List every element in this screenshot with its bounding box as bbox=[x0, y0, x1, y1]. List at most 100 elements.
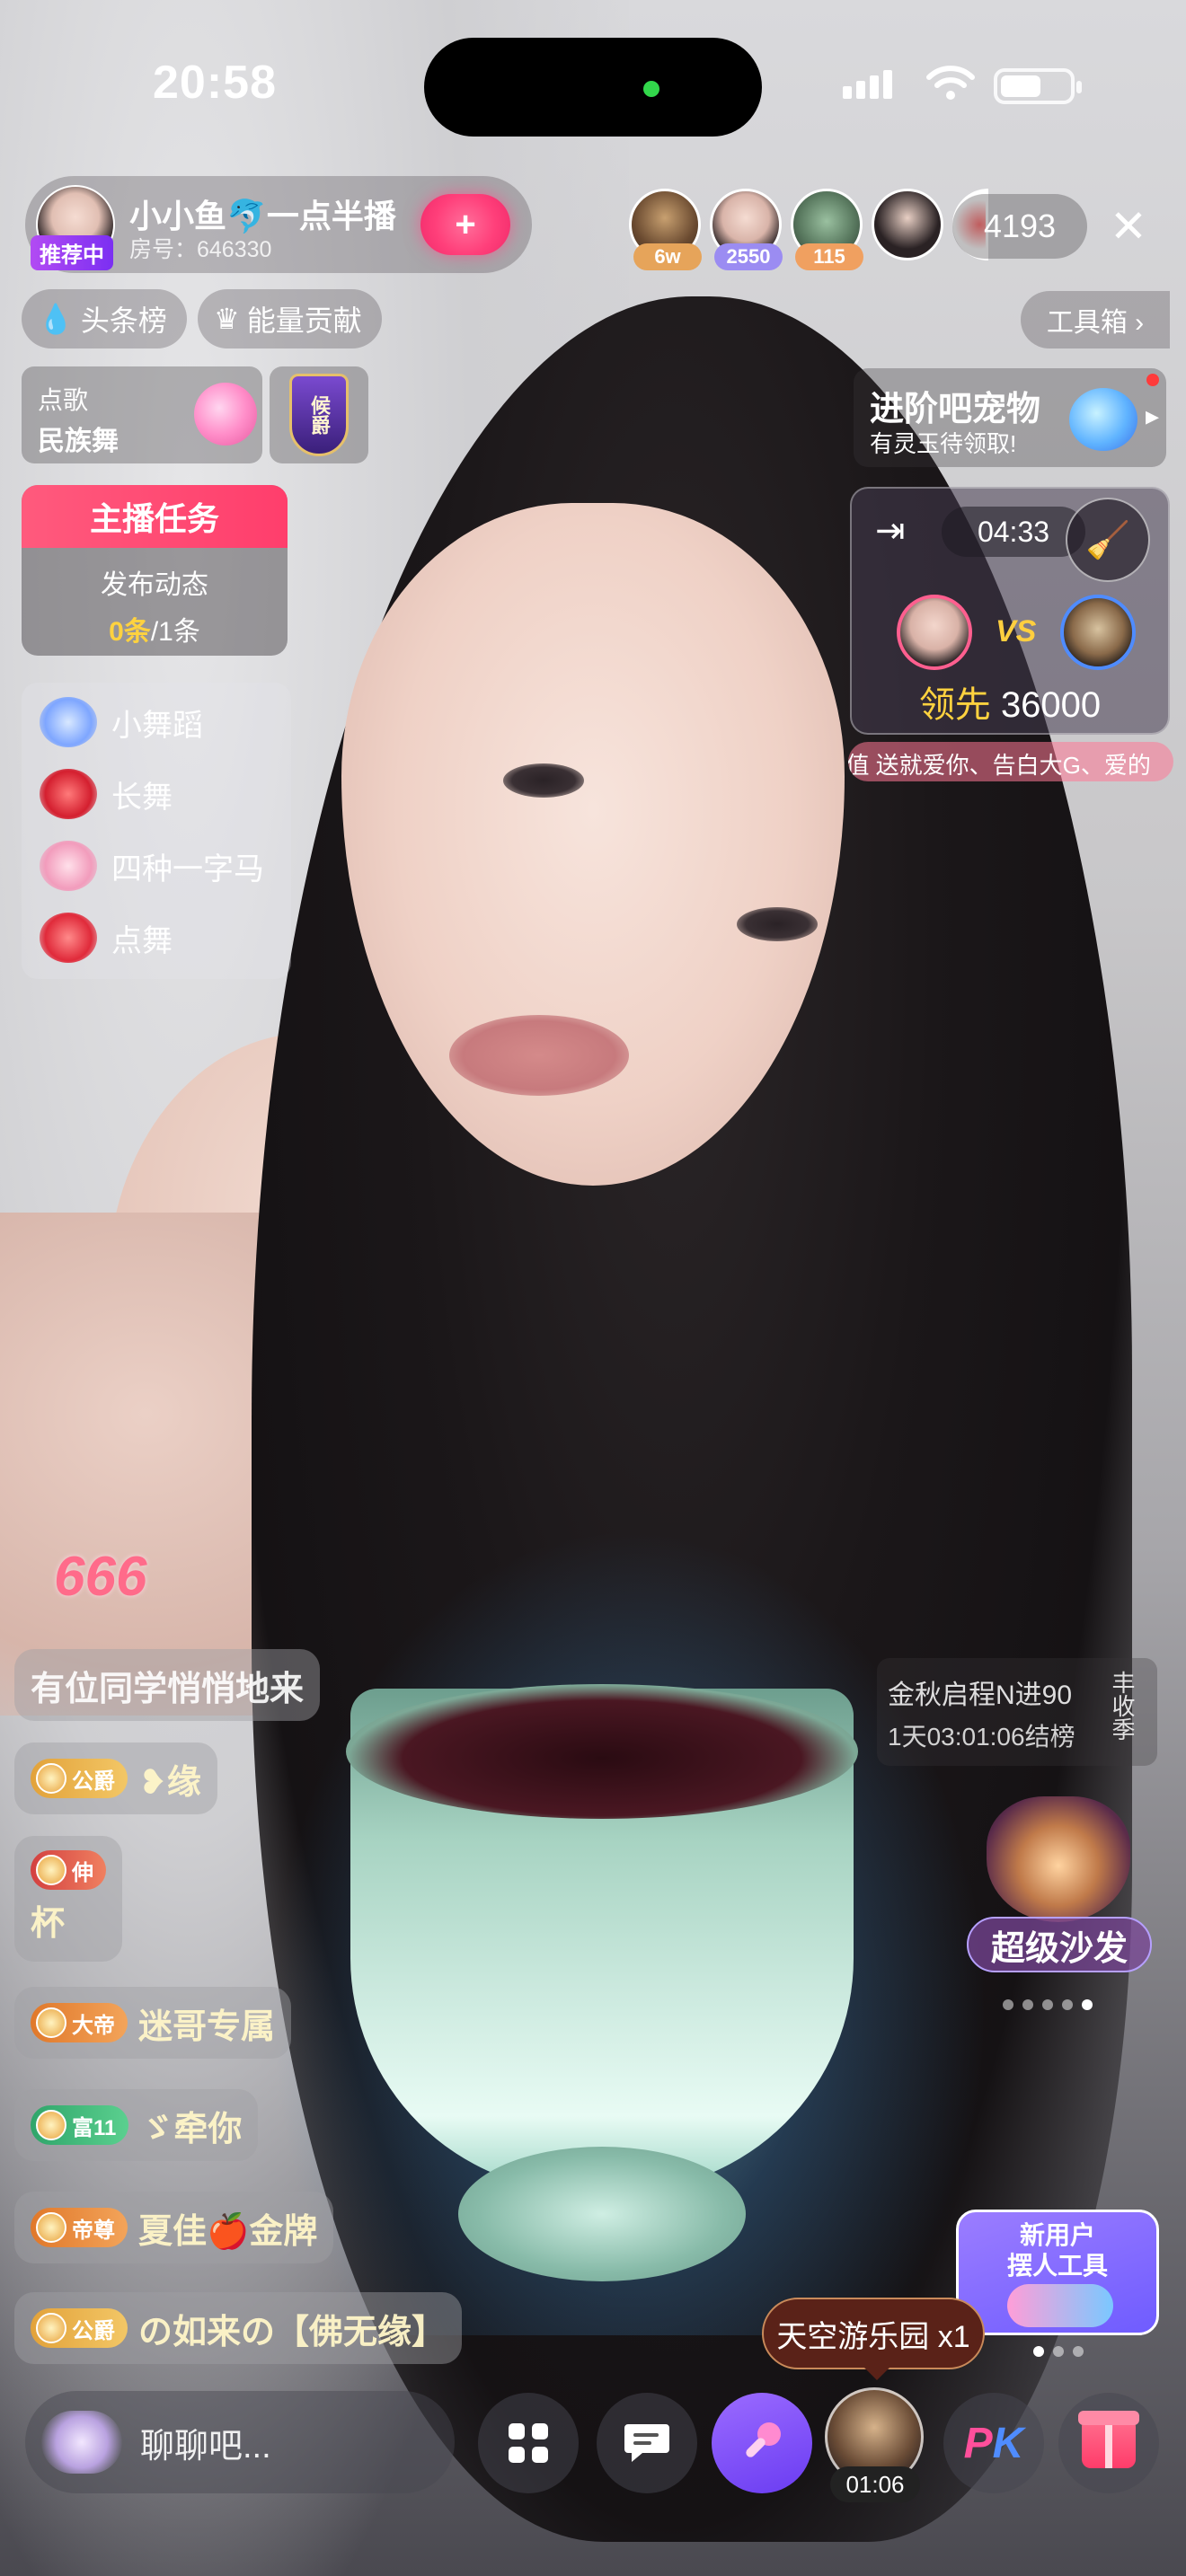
cellular-signal-icon bbox=[843, 70, 892, 99]
dance-menu-item-label: 小舞蹈 bbox=[111, 708, 203, 743]
toolbox-button[interactable]: 工具箱 › bbox=[1021, 291, 1170, 348]
jade-cup-rim bbox=[346, 1684, 858, 1819]
dance-menu-item-label: 点舞 bbox=[111, 923, 173, 958]
pk-battle-card[interactable]: ⇥ 04:33 🧹 VS 领先 36000 bbox=[850, 487, 1170, 735]
noble-rank-card[interactable]: 候爵 bbox=[270, 366, 368, 463]
lips-icon bbox=[40, 769, 97, 819]
level-badge: 富11 bbox=[31, 2105, 129, 2145]
chat-bubble-icon bbox=[624, 2424, 669, 2462]
crystal-shoe-icon bbox=[40, 697, 97, 747]
balls-icon bbox=[1007, 2284, 1113, 2327]
jade-cup-base bbox=[458, 2147, 746, 2281]
rank-shield-icon: 候爵 bbox=[289, 374, 349, 456]
exit-icon[interactable]: ⇥ bbox=[875, 510, 906, 551]
song-request-card[interactable]: 点歌 民族舞 bbox=[22, 366, 262, 463]
dynamic-island bbox=[424, 38, 762, 137]
viewer-avatar[interactable]: 6w bbox=[629, 189, 702, 270]
chevron-right-icon: ▸ bbox=[1145, 401, 1159, 431]
pet-upgrade-banner[interactable]: 进阶吧宠物 有灵玉待领取! ▸ bbox=[854, 368, 1166, 467]
level-badge: 公爵 bbox=[31, 1759, 128, 1798]
game-tooltip: 天空游乐园 x1 bbox=[762, 2298, 985, 2380]
chat-username: ゞ牵你 bbox=[139, 2110, 243, 2148]
crown-icon: ♛ bbox=[214, 303, 240, 335]
pk-host-avatar[interactable] bbox=[897, 595, 972, 670]
chat-message[interactable]: 帝尊 夏佳🍎金牌 bbox=[14, 2192, 334, 2263]
new-user-page-indicator bbox=[1033, 2346, 1084, 2357]
pet-banner-title: 进阶吧宠物 bbox=[870, 391, 1041, 428]
wifi-icon bbox=[926, 66, 975, 100]
close-button[interactable]: ✕ bbox=[1098, 196, 1159, 257]
chat-message[interactable]: 富11 ゞ牵你 bbox=[14, 2089, 259, 2161]
chat-system-message: 有位同学悄悄地来 bbox=[14, 1649, 321, 1721]
level-badge: 公爵 bbox=[31, 2308, 128, 2348]
pet-banner-subtitle: 有灵玉待领取! bbox=[870, 430, 1017, 457]
anchor-task-card[interactable]: 主播任务 发布动态 0条/1条 bbox=[22, 485, 288, 656]
jade-gem-icon bbox=[1069, 388, 1137, 451]
level-badge: 伸 bbox=[31, 1850, 106, 1890]
game-timer: 01:06 bbox=[830, 2466, 920, 2502]
follow-button[interactable]: + bbox=[420, 194, 510, 255]
task-progress-done: 0条 bbox=[109, 617, 151, 647]
microphone-icon bbox=[746, 2422, 781, 2457]
dance-menu-item[interactable]: 小舞蹈 bbox=[40, 693, 203, 751]
level-badge: 帝尊 bbox=[31, 2208, 128, 2247]
grid-icon bbox=[509, 2423, 548, 2463]
energy-contribution-chip[interactable]: ♛ 能量贡献 bbox=[198, 289, 382, 348]
chat-message[interactable]: 公爵 ❥缘 bbox=[14, 1742, 217, 1814]
chat-input-placeholder: 聊聊吧... bbox=[140, 2427, 271, 2466]
host-info-card[interactable]: 推荐中 小小鱼🐬一点半播 房号：646330 + bbox=[25, 176, 532, 273]
viewer-avatar[interactable]: 2550 bbox=[710, 189, 783, 270]
headline-rank-chip[interactable]: 💧 头条榜 bbox=[22, 289, 187, 348]
pk-button[interactable]: PK bbox=[943, 2393, 1044, 2493]
sofa-page-indicator bbox=[1003, 1999, 1093, 2010]
new-user-tool-banner[interactable]: 新用户 摆人工具 bbox=[956, 2210, 1159, 2335]
pk-lead-score: 领先 36000 bbox=[852, 675, 1168, 728]
new-user-line2: 摆人工具 bbox=[1006, 2252, 1108, 2280]
new-user-line1: 新用户 bbox=[1019, 2221, 1095, 2249]
microphone-icon bbox=[194, 383, 257, 446]
flame-icon: 💧 bbox=[38, 303, 74, 335]
status-time: 20:58 bbox=[153, 57, 277, 109]
chat-message[interactable]: 大帝 迷哥专属 bbox=[14, 1987, 292, 2059]
task-item: 发布动态 bbox=[101, 570, 208, 600]
viewer-contribution-tag: 6w bbox=[633, 243, 702, 270]
pk-timer: 04:33 bbox=[942, 507, 1085, 557]
chat-input[interactable]: 聊聊吧... bbox=[25, 2391, 455, 2493]
status-bar: 20:58 bbox=[0, 0, 1186, 162]
sing-button[interactable] bbox=[712, 2393, 812, 2493]
dance-menu-item[interactable]: 长舞 bbox=[40, 765, 173, 823]
super-sofa-label: 超级沙发 bbox=[967, 1917, 1152, 1972]
viewer-count[interactable]: 4193 bbox=[952, 194, 1087, 259]
broom-icon[interactable]: 🧹 bbox=[1066, 498, 1150, 582]
pk-k-letter: K bbox=[992, 2419, 1024, 2467]
pk-marquee: ok值 送就爱你、告白大G、爱的 bbox=[848, 742, 1173, 781]
energy-contribution-label: 能量贡献 bbox=[246, 304, 362, 337]
event-title: 金秋启程N进90 bbox=[888, 1681, 1073, 1710]
chat-system-text: 有位同学悄悄地来 bbox=[31, 1670, 305, 1708]
chat-username: 夏佳🍎金牌 bbox=[138, 2212, 318, 2251]
event-rank-banner[interactable]: 金秋启程N进90 1天03:01:06结榜 丰收季 bbox=[877, 1658, 1157, 1766]
sofa-emblem-icon bbox=[987, 1796, 1130, 1922]
dancer-icon bbox=[40, 841, 97, 891]
message-button[interactable] bbox=[597, 2393, 697, 2493]
chat-message[interactable]: 公爵 の如来の【佛无缘】 bbox=[14, 2292, 463, 2364]
more-apps-button[interactable] bbox=[478, 2393, 579, 2493]
notification-dot bbox=[1146, 374, 1159, 386]
chat-username: ❥缘 bbox=[138, 1763, 201, 1802]
super-sofa-widget[interactable]: 超级沙发 bbox=[967, 1796, 1152, 1994]
streamer-lips bbox=[449, 1015, 629, 1096]
dance-menu-item[interactable]: 点舞 bbox=[40, 909, 173, 966]
streamer-eye-left bbox=[503, 763, 584, 798]
task-progress-total: /1条 bbox=[150, 617, 200, 647]
viewer-avatar[interactable] bbox=[872, 189, 943, 260]
dance-menu-item-label: 长舞 bbox=[111, 780, 173, 815]
gift-button[interactable] bbox=[1058, 2393, 1159, 2493]
headline-rank-label: 头条榜 bbox=[80, 304, 167, 337]
viewer-avatar[interactable]: 115 bbox=[791, 189, 863, 270]
task-header: 主播任务 bbox=[22, 485, 288, 548]
pk-lead-label: 领先 bbox=[918, 685, 991, 725]
dance-menu-item[interactable]: 四种一字马 bbox=[40, 837, 264, 895]
chat-message[interactable]: 伸 杯 bbox=[14, 1836, 122, 1962]
chat-username: 杯 bbox=[31, 1905, 66, 1943]
pk-opponent-avatar[interactable] bbox=[1060, 595, 1136, 670]
